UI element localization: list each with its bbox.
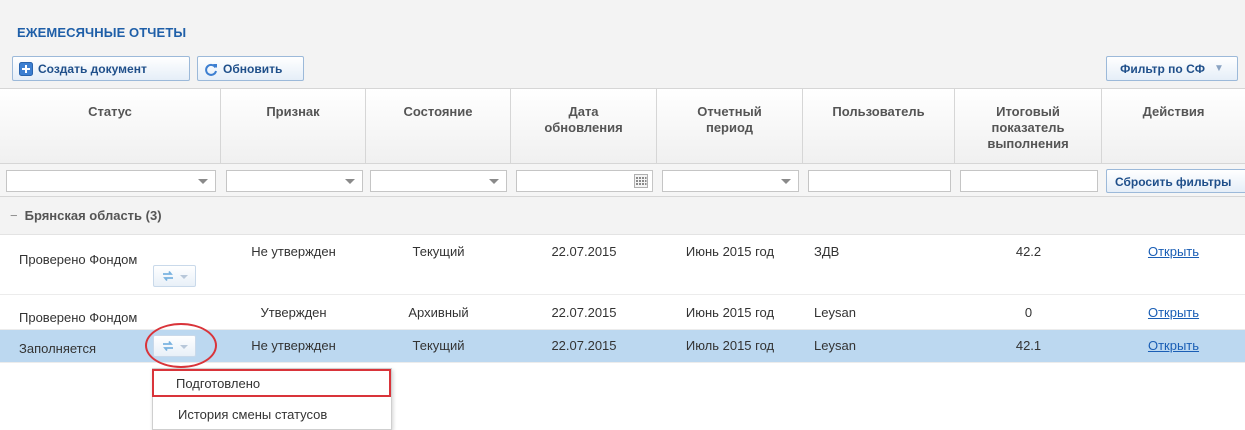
cell-period: Июнь 2015 год [685,305,775,320]
period-filter-select[interactable] [662,170,799,192]
cell-sign: Утвержден [260,305,327,320]
state-filter-select[interactable] [370,170,507,192]
create-document-button[interactable]: Создать документ [12,56,190,81]
refresh-icon [205,63,217,76]
monthly-reports-panel: ЕЖЕМЕСЯЧНЫЕ ОТЧЕТЫ Создать документ Обно… [0,0,1245,430]
header-total[interactable]: Итоговый показатель выполнения [955,89,1102,164]
header-state[interactable]: Состояние [366,89,511,164]
table-row[interactable]: Проверено Фондом Не утвержден Текущий 22… [0,235,1245,295]
chevron-down-icon [180,345,188,349]
open-link[interactable]: Открыть [1102,305,1245,320]
cell-state: Архивный [408,305,469,320]
caret-down-icon: ▼ [1214,63,1224,74]
open-link[interactable]: Открыть [1102,338,1245,353]
collapse-icon[interactable]: − [10,208,18,223]
calendar-icon[interactable] [634,174,648,188]
cell-state: Текущий [412,244,465,259]
dropdown-arrow-icon [345,179,355,184]
cell-total: 0 [1024,305,1033,320]
open-link[interactable]: Открыть [1102,244,1245,259]
cell-status: Проверено Фондом [19,310,138,325]
cell-total: 42.2 [1015,244,1042,259]
status-change-button[interactable] [153,265,196,287]
cell-sign: Не утвержден [251,244,336,259]
sign-filter-select[interactable] [226,170,363,192]
total-filter-input[interactable] [960,170,1098,192]
header-sign[interactable]: Признак [221,89,366,164]
create-document-label: Создать документ [38,61,147,76]
cell-period: Июль 2015 год [685,338,775,353]
refresh-status-icon [163,340,173,352]
dropdown-arrow-icon [781,179,791,184]
cell-user: ЗДВ [814,244,840,259]
header-updated[interactable]: Дата обновления [511,89,657,164]
panel-header: ЕЖЕМЕСЯЧНЫЕ ОТЧЕТЫ Создать документ Обно… [0,0,1245,88]
dropdown-arrow-icon [489,179,499,184]
cell-sign: Не утвержден [251,338,336,353]
header-user[interactable]: Пользователь [803,89,955,164]
cell-updated: 22.07.2015 [551,305,617,320]
header-status[interactable]: Статус [0,89,221,164]
header-period[interactable]: Отчетный период [657,89,803,164]
cell-status: Проверено Фондом [19,252,138,267]
status-dropdown-menu: Подготовлено История смены статусов [152,368,392,430]
table-row[interactable]: Проверено Фондом Утвержден Архивный 22.0… [0,295,1245,330]
plus-icon [19,61,33,76]
menu-item-status-history[interactable]: История смены статусов [153,400,393,428]
cell-period: Июнь 2015 год [685,244,775,259]
group-row-bryansk[interactable]: − Брянская область (3) [0,197,1245,235]
table-header: Статус Признак Состояние Дата обновления… [0,88,1245,164]
chevron-down-icon [180,275,188,279]
refresh-status-icon [163,270,173,282]
table-row-selected[interactable]: Заполняется Не утвержден Текущий 22.07.2… [0,330,1245,363]
cell-updated: 22.07.2015 [551,338,617,353]
status-change-button[interactable] [153,335,196,357]
cell-user: Leysan [814,338,856,353]
cell-user: Leysan [814,305,856,320]
date-filter-input[interactable] [516,170,653,192]
status-filter-select[interactable] [6,170,216,192]
dropdown-arrow-icon [198,179,208,184]
filter-by-sf-label: Фильтр по СФ [1120,61,1206,76]
refresh-label: Обновить [223,61,283,76]
reset-filters-button[interactable]: Сбросить фильтры [1106,169,1245,193]
filter-by-sf-button[interactable]: Фильтр по СФ ▼ [1106,56,1238,81]
cell-total: 42.1 [1015,338,1042,353]
filter-row: Сбросить фильтры [0,164,1245,197]
menu-item-prepared[interactable]: Подготовлено [152,369,391,397]
user-filter-input[interactable] [808,170,951,192]
group-label: Брянская область (3) [24,208,162,223]
cell-state: Текущий [412,338,465,353]
refresh-button[interactable]: Обновить [197,56,304,81]
cell-updated: 22.07.2015 [551,244,617,259]
header-actions: Действия [1142,104,1205,119]
cell-status: Заполняется [19,341,97,356]
panel-title: ЕЖЕМЕСЯЧНЫЕ ОТЧЕТЫ [17,25,187,40]
